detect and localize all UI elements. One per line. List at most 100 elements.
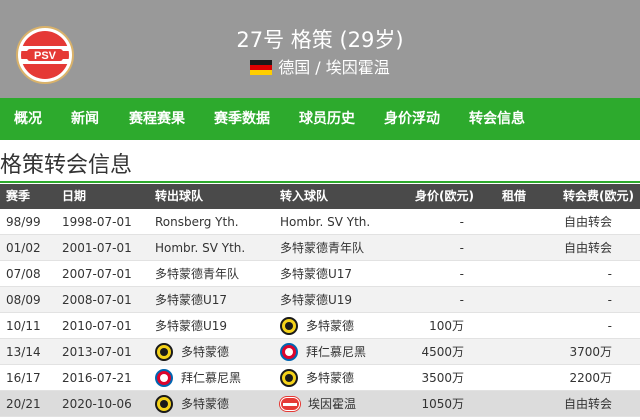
fee-cell: 2200万 (569, 371, 612, 385)
to-team-name: 多特蒙德 (306, 319, 355, 333)
table-row: 01/02 2001-07-01 Hombr. SV Yth. 多特蒙德青年队 - 自由转… (0, 235, 640, 261)
fee-cell: 自由转会 (563, 241, 612, 255)
nav-season-stats[interactable]: 赛季数据 (214, 98, 270, 140)
date-cell: 2010-07-01 (62, 319, 132, 333)
table-row: 08/09 2008-07-01 多特蒙德U17 多特蒙德U19 - - (0, 287, 640, 313)
to-team-name: 多特蒙德U19 (280, 293, 353, 307)
from-team-name: 多特蒙德U17 (155, 293, 228, 307)
fee-cell: 自由转会 (563, 215, 612, 229)
nav-fixtures[interactable]: 赛程赛果 (129, 98, 185, 140)
date-cell: 2013-07-01 (62, 345, 132, 359)
season-cell: 01/02 (6, 241, 41, 255)
value-cell: 100万 (429, 319, 464, 333)
nav-transfer-info[interactable]: 转会信息 (469, 98, 525, 140)
from-team[interactable]: 多特蒙德U19 (155, 313, 227, 339)
to-team[interactable]: 多特蒙德 (280, 365, 354, 391)
value-cell: 3500万 (421, 371, 464, 385)
germany-flag-icon (250, 60, 273, 75)
from-team-name: 拜仁慕尼黑 (181, 371, 242, 385)
fcb-club-icon (155, 369, 173, 387)
season-cell: 20/21 (6, 397, 41, 411)
to-team[interactable]: 多特蒙德U19 (280, 287, 352, 313)
from-team[interactable]: 多特蒙德U17 (155, 287, 227, 313)
to-team[interactable]: 埃因霍温 (280, 391, 356, 417)
col-value: 身价(欧元) (415, 189, 474, 203)
table-header: 赛季 日期 转出球队 转入球队 身价(欧元) 租借 转会费(欧元) (0, 184, 640, 209)
nationality-text: 德国 / 埃因霍温 (278, 58, 390, 77)
nav-market-value[interactable]: 身价浮动 (384, 98, 440, 140)
table-row: 16/17 2016-07-21 拜仁慕尼黑 多特蒙德 3500万 2200万 (0, 365, 640, 391)
table-row: 98/99 1998-07-01 Ronsberg Yth. Hombr. SV Yt… (0, 209, 640, 235)
from-team[interactable]: 多特蒙德 (155, 339, 229, 365)
to-team-name: 多特蒙德 (306, 371, 355, 385)
to-team-name: 拜仁慕尼黑 (306, 345, 367, 359)
from-team-name: 多特蒙德 (181, 397, 230, 411)
from-team[interactable]: 多特蒙德 (155, 391, 229, 417)
psv-club-icon (280, 397, 300, 411)
to-team-name: Hombr. SV Yth. (280, 215, 371, 229)
season-cell: 98/99 (6, 215, 41, 229)
player-nationality-club: 德国 / 埃因霍温 (0, 54, 640, 78)
value-cell: 1050万 (421, 397, 464, 411)
bvb-club-icon (280, 317, 298, 335)
date-cell: 2001-07-01 (62, 241, 132, 255)
from-team-name: 多特蒙德青年队 (155, 267, 240, 281)
to-team-name: 多特蒙德青年队 (280, 241, 365, 255)
fee-cell: - (607, 293, 612, 307)
date-cell: 2016-07-21 (62, 371, 132, 385)
col-loan: 租借 (502, 189, 527, 203)
from-team-name: Hombr. SV Yth. (155, 241, 246, 255)
from-team-name: 多特蒙德U19 (155, 319, 228, 333)
col-fee: 转会费(欧元) (563, 189, 634, 203)
to-team[interactable]: Hombr. SV Yth. (280, 209, 370, 235)
bvb-club-icon (155, 343, 173, 361)
date-cell: 2007-07-01 (62, 267, 132, 281)
value-cell: - (459, 241, 464, 255)
bvb-club-icon (155, 395, 173, 413)
col-season: 赛季 (6, 189, 31, 203)
page-title: 格策转会信息 (0, 153, 133, 178)
bvb-club-icon (280, 369, 298, 387)
fee-cell: - (607, 267, 612, 281)
value-cell: 4500万 (421, 345, 464, 359)
to-team[interactable]: 拜仁慕尼黑 (280, 339, 366, 365)
col-date: 日期 (62, 189, 87, 203)
date-cell: 1998-07-01 (62, 215, 132, 229)
season-cell: 10/11 (6, 319, 41, 333)
value-cell: - (459, 293, 464, 307)
from-team[interactable]: Ronsberg Yth. (155, 209, 239, 235)
from-team-name: Ronsberg Yth. (155, 215, 239, 229)
nav-player-history[interactable]: 球员历史 (299, 98, 355, 140)
fee-cell: - (607, 319, 612, 333)
table-row: 07/08 2007-07-01 多特蒙德青年队 多特蒙德U17 - - (0, 261, 640, 287)
nav-news[interactable]: 新闻 (71, 98, 99, 140)
to-team[interactable]: 多特蒙德 (280, 313, 354, 339)
season-cell: 07/08 (6, 267, 41, 281)
to-team[interactable]: 多特蒙德青年队 (280, 235, 364, 261)
value-cell: - (459, 267, 464, 281)
main-nav: 概况 新闻 赛程赛果 赛季数据 球员历史 身价浮动 转会信息 (0, 98, 640, 140)
col-to: 转入球队 (280, 189, 329, 203)
player-title: 27号 格策 (29岁) (236, 28, 404, 52)
table-row: 10/11 2010-07-01 多特蒙德U19 多特蒙德 100万 - (0, 313, 640, 339)
fee-cell: 3700万 (569, 345, 612, 359)
from-team[interactable]: 拜仁慕尼黑 (155, 365, 241, 391)
nav-overview[interactable]: 概况 (14, 98, 42, 140)
date-cell: 2008-07-01 (62, 293, 132, 307)
to-team-name: 多特蒙德U17 (280, 267, 353, 281)
fee-cell: 自由转会 (563, 397, 612, 411)
season-cell: 13/14 (6, 345, 41, 359)
value-cell: - (459, 215, 464, 229)
from-team-name: 多特蒙德 (181, 345, 230, 359)
date-cell: 2020-10-06 (62, 397, 132, 411)
table-row: 13/14 2013-07-01 多特蒙德 拜仁慕尼黑 4500万 3700万 (0, 339, 640, 365)
col-from: 转出球队 (155, 189, 204, 203)
title-divider (0, 181, 640, 183)
player-header: PSV 27号 格策 (29岁) 德国 / 埃因霍温 (0, 0, 640, 98)
to-team[interactable]: 多特蒙德U17 (280, 261, 352, 287)
season-cell: 16/17 (6, 371, 41, 385)
fcb-club-icon (280, 343, 298, 361)
to-team-name: 埃因霍温 (308, 397, 357, 411)
from-team[interactable]: Hombr. SV Yth. (155, 235, 245, 261)
from-team[interactable]: 多特蒙德青年队 (155, 261, 239, 287)
